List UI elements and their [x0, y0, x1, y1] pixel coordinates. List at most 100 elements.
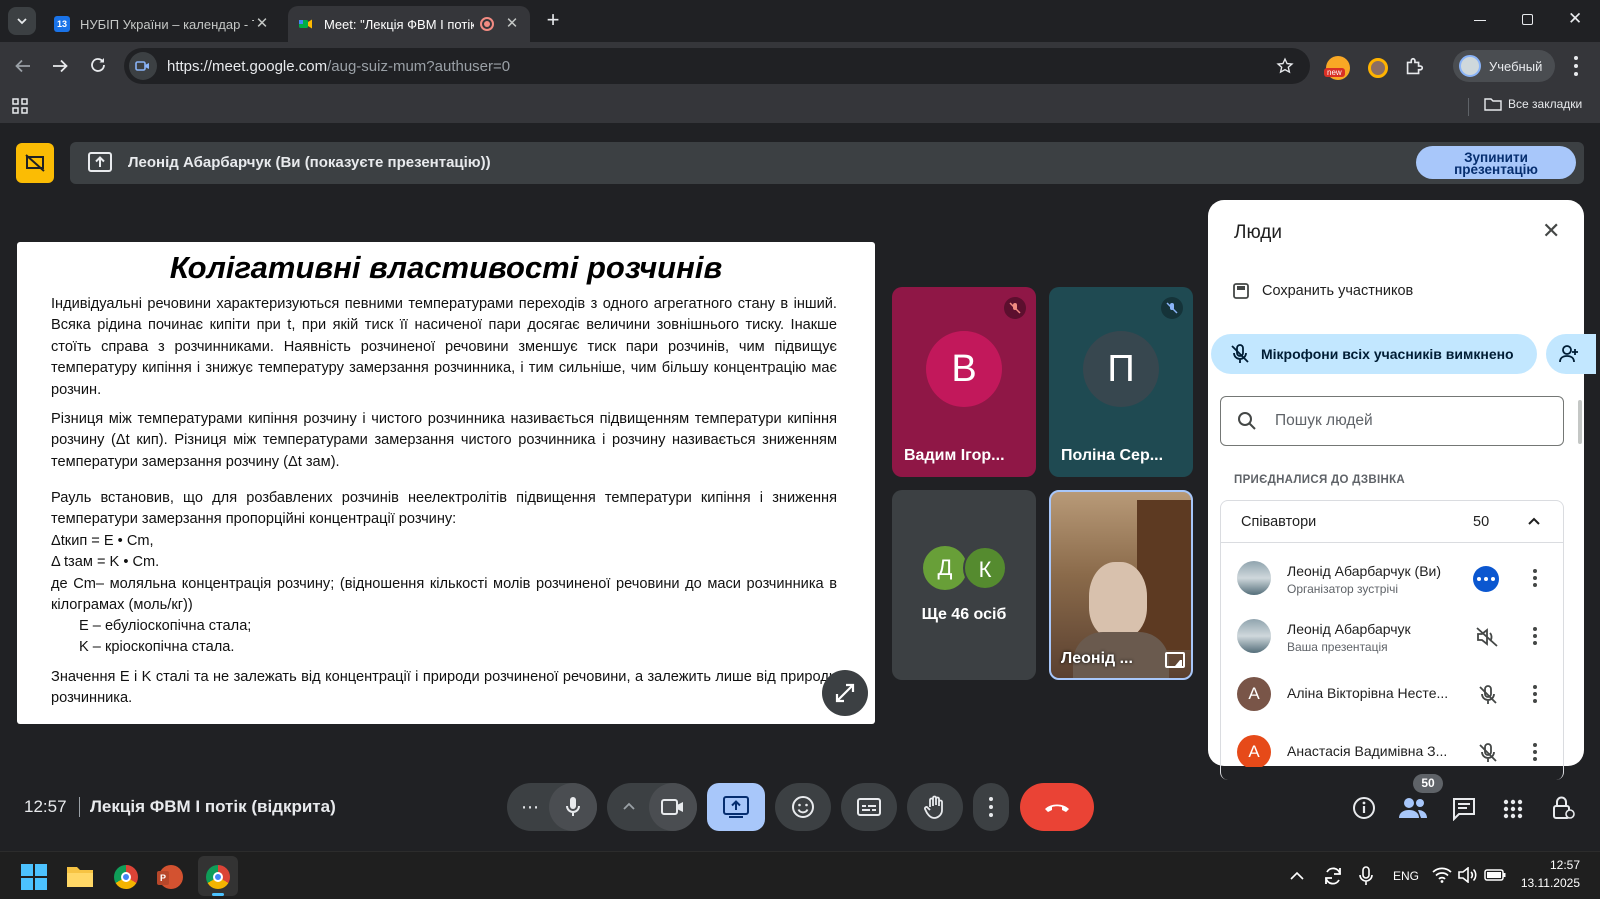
avatar: [1237, 561, 1271, 595]
meeting-info-icon[interactable]: [1352, 796, 1376, 820]
people-button[interactable]: [1398, 796, 1428, 820]
picture-in-picture-icon[interactable]: [1165, 652, 1185, 668]
close-tab-icon[interactable]: ✕: [254, 16, 270, 32]
emoji-icon: [792, 796, 814, 818]
minimize-icon[interactable]: [1474, 20, 1486, 21]
meet-favicon-icon: [299, 19, 312, 29]
mic-off-icon: [1231, 344, 1249, 363]
new-tab-button[interactable]: +: [542, 9, 564, 32]
host-controls-lock-icon[interactable]: [1551, 795, 1575, 821]
mic-off-icon: [1161, 297, 1183, 319]
participants-group: Співавтори 50 Леонід Абарбарчук (Ви) Орг…: [1220, 500, 1564, 780]
tab-calendar[interactable]: 13 НУБІП України – календар - Ти ✕: [44, 6, 280, 42]
forward-arrow-icon[interactable]: [51, 57, 69, 75]
slide-formula: Δ tзам = K • Cm.: [51, 554, 160, 570]
mic-button[interactable]: [549, 783, 597, 831]
chevron-up-icon[interactable]: [623, 802, 635, 810]
tab-search-button[interactable]: [8, 7, 36, 35]
scrollbar[interactable]: [1578, 400, 1582, 444]
all-bookmarks-button[interactable]: Все закладки: [1484, 97, 1582, 111]
self-video-tile[interactable]: Леонід ...: [1049, 490, 1193, 680]
site-info-icon[interactable]: [129, 52, 157, 80]
group-header[interactable]: Співавтори 50: [1221, 501, 1563, 543]
fullscreen-button[interactable]: [822, 670, 868, 716]
back-arrow-icon[interactable]: [14, 57, 32, 75]
presenting-banner: Леонід Абарбарчук (Ви (показуєте презент…: [70, 142, 1584, 184]
stop-presenting-button[interactable]: Зупинити презентацію: [1416, 146, 1576, 179]
participant-row[interactable]: Леонід Абарбарчук (Ви) Організатор зустр…: [1221, 551, 1597, 609]
extension-new-icon[interactable]: new: [1324, 56, 1350, 80]
apps-grid-icon[interactable]: [12, 98, 28, 114]
tab-meet[interactable]: Meet: "Лекція ФВМ І потік ✕: [288, 6, 530, 42]
chrome-profile-taskbar-icon[interactable]: [198, 856, 238, 896]
slide-definition: E – ебуліоскопічна стала;: [79, 618, 252, 634]
close-window-icon[interactable]: ✕: [1568, 9, 1582, 29]
extension-owl-icon[interactable]: [1368, 58, 1388, 78]
expand-icon: [835, 683, 855, 703]
present-to-all-icon: [88, 152, 112, 172]
chevron-down-icon: [17, 18, 27, 25]
restore-icon[interactable]: [1522, 14, 1533, 25]
powerpoint-icon[interactable]: P: [157, 865, 183, 889]
participant-name: Аліна Вікторівна Несте...: [1287, 685, 1449, 701]
more-participants-label: Ще 46 осіб: [921, 606, 1007, 623]
browser-menu-icon[interactable]: [1574, 56, 1578, 76]
slide-paragraph: Значення E і K сталі та не залежать від …: [51, 669, 837, 707]
extensions-puzzle-icon[interactable]: [1403, 56, 1425, 78]
wifi-icon[interactable]: [1432, 867, 1452, 883]
more-participants-tile[interactable]: Д К Ще 46 осіб: [892, 490, 1036, 680]
save-participants-button[interactable]: Сохранить участников: [1232, 282, 1413, 300]
volume-icon[interactable]: [1458, 867, 1478, 883]
taskbar-date[interactable]: 13.11.2025: [1500, 876, 1580, 890]
windows-start-icon[interactable]: [21, 864, 47, 890]
language-indicator[interactable]: ENG: [1393, 869, 1419, 883]
mute-all-chip[interactable]: Мікрофони всіх учасників вимкнено: [1211, 334, 1537, 374]
camera-button[interactable]: [649, 783, 697, 831]
people-count-badge: 50: [1413, 774, 1443, 793]
search-placeholder: Пошук людей: [1275, 412, 1373, 429]
activities-grid-icon[interactable]: [1503, 799, 1523, 819]
participant-row[interactable]: А Аліна Вікторівна Несте...: [1221, 667, 1597, 725]
people-icon: [1399, 798, 1427, 818]
address-bar[interactable]: https://meet.google.com/aug-suiz-mum?aut…: [124, 48, 1310, 84]
search-people-field[interactable]: Пошук людей: [1220, 396, 1564, 446]
add-people-chip[interactable]: [1546, 334, 1596, 374]
file-explorer-icon[interactable]: [66, 864, 94, 888]
present-button[interactable]: [707, 783, 765, 831]
kebab-menu-icon[interactable]: [1533, 627, 1537, 645]
microphone-tray-icon[interactable]: [1359, 866, 1373, 886]
participant-role: Організатор зустрічі: [1287, 582, 1399, 596]
chrome-icon[interactable]: [114, 865, 138, 889]
bookmark-star-icon[interactable]: [1276, 57, 1294, 75]
kebab-menu-icon[interactable]: [1533, 569, 1537, 587]
reactions-button[interactable]: [775, 783, 831, 831]
mic-options-icon[interactable]: ⋯: [521, 797, 540, 818]
profile-chip[interactable]: Учебный: [1453, 50, 1555, 82]
taskbar-time[interactable]: 12:57: [1540, 858, 1580, 872]
end-call-button[interactable]: [1020, 783, 1094, 831]
kebab-menu-icon[interactable]: [1533, 685, 1537, 703]
meeting-time: 12:57: [24, 797, 67, 816]
participant-name: Леонід ...: [1061, 650, 1133, 667]
close-tab-icon[interactable]: ✕: [504, 16, 520, 32]
chat-icon[interactable]: [1452, 797, 1476, 821]
participant-tile[interactable]: В Вадим Ігор...: [892, 287, 1036, 477]
sync-icon[interactable]: [1322, 865, 1344, 887]
closed-captions-icon: [857, 798, 881, 816]
captions-button[interactable]: [841, 783, 897, 831]
mic-off-icon: [1004, 297, 1026, 319]
folder-icon: [1484, 98, 1502, 111]
presenting-banner-text: Леонід Абарбарчук (Ви (показуєте презент…: [128, 154, 491, 171]
section-label: ПРИЄДНАЛИСЯ ДО ДЗВІНКА: [1234, 474, 1406, 486]
chevron-up-icon[interactable]: [1290, 871, 1304, 880]
raise-hand-button[interactable]: [907, 783, 963, 831]
more-options-button[interactable]: [973, 783, 1009, 831]
reload-icon[interactable]: [89, 56, 107, 74]
avatar: П: [1083, 331, 1159, 407]
participant-row[interactable]: Леонід Абарбарчук Ваша презентація: [1221, 609, 1597, 667]
close-panel-icon[interactable]: ✕: [1542, 218, 1560, 244]
chevron-up-icon[interactable]: [1527, 516, 1541, 526]
kebab-menu-icon[interactable]: [1533, 743, 1537, 761]
participant-row[interactable]: А Анастасія Вадимівна З...: [1221, 725, 1597, 767]
participant-tile[interactable]: П Поліна Сер...: [1049, 287, 1193, 477]
